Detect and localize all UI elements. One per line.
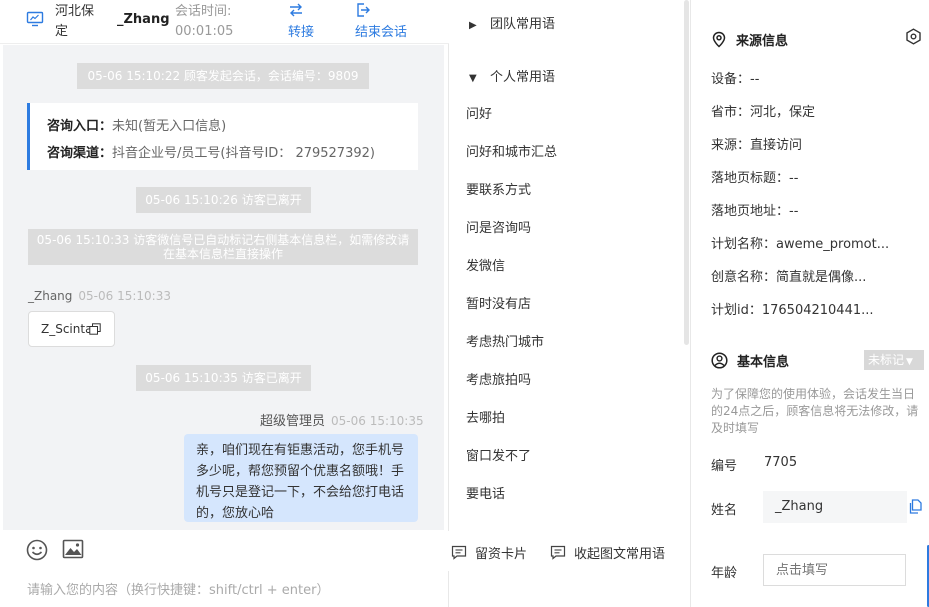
id-value: 7705 — [764, 455, 798, 470]
name-value: _Zhang — [775, 499, 824, 514]
phrase-item[interactable]: 去哪拍 — [466, 407, 505, 426]
province-row: 省市：河北，保定 — [711, 105, 816, 120]
phrase-item[interactable]: 暂时没有店 — [466, 293, 531, 312]
message-list[interactable]: 05-06 15:10:22 顾客发起会话，会话编号：9809 咨询入口：未知(… — [3, 45, 444, 530]
plan-id-row: 计划id：176504210441... — [711, 303, 874, 318]
creative-name-row: 创意名称：简直就是偶像... — [711, 270, 867, 285]
source-info-title: 来源信息 — [736, 34, 789, 49]
phrase-item[interactable]: 要联系方式 — [466, 179, 531, 198]
visitor-sender-name: _Zhang — [28, 289, 73, 303]
basic-info-title: 基本信息 — [737, 355, 790, 370]
visitor-card-message[interactable]: Z_Scinta — [28, 311, 115, 347]
system-message: 05-06 15:10:22 顾客发起会话，会话编号：9809 — [77, 63, 369, 89]
tag-label: 未标记 — [868, 353, 905, 367]
phrase-item[interactable]: 问好 — [466, 103, 492, 122]
device-row: 设备：-- — [711, 72, 760, 87]
message-input[interactable]: 请输入您的内容（换行快捷键：shift/ctrl + enter） — [0, 571, 449, 607]
basic-info-header: 基本信息 — [711, 351, 789, 370]
name-label: 姓名 — [711, 503, 738, 518]
landing-title-row: 落地页标题：-- — [711, 171, 799, 186]
monitor-icon — [26, 11, 44, 27]
phrase-item[interactable]: 窗口发不了 — [466, 445, 531, 464]
source-row: 来源：直接访问 — [711, 138, 803, 153]
entry-label: 咨询入口： — [47, 119, 113, 134]
visitor-username: _Zhang — [117, 12, 170, 27]
lead-card-button[interactable]: 留资卡片 — [451, 543, 527, 562]
copy-icon[interactable] — [908, 499, 922, 514]
edit-notice: 为了保障您的使用体验，会话发生当日的24点之后，顾客信息将无法修改，请及时填写 — [711, 387, 919, 435]
chat-card-icon — [451, 545, 467, 560]
phrase-item[interactable]: 考虑旅拍吗 — [466, 369, 531, 388]
caret-right-icon: ▶ — [469, 20, 477, 31]
age-label: 年龄 — [711, 566, 738, 581]
transfer-button[interactable]: 转接 — [288, 0, 314, 40]
transfer-icon — [290, 3, 302, 17]
name-field[interactable]: _Zhang — [763, 491, 907, 523]
visitor-location: 河北保定 — [55, 4, 95, 39]
agent-sender-name: 超级管理员 — [260, 414, 326, 429]
collapse-phrases-button[interactable]: 收起图文常用语 — [550, 543, 665, 562]
exit-icon — [357, 3, 370, 17]
phrase-item[interactable]: 问好和城市汇总 — [466, 141, 557, 160]
caret-down-icon: ▼ — [469, 73, 477, 84]
channel-label: 咨询渠道： — [47, 146, 113, 161]
location-pin-icon — [712, 31, 726, 48]
phrase-item[interactable]: 发微信 — [466, 255, 505, 274]
landing-url-row: 落地页地址：-- — [711, 204, 799, 219]
channel-value: 抖音企业号/员工号(抖音号ID： 279527392) — [112, 146, 375, 161]
phrase-item[interactable]: 要电话 — [466, 483, 505, 502]
end-session-label: 结束会话 — [355, 25, 408, 40]
system-message: 05-06 15:10:33 访客微信号已自动标记右侧基本信息栏，如需修改请在基… — [28, 229, 418, 265]
end-session-button[interactable]: 结束会话 — [355, 0, 407, 40]
agent-message: 亲，咱们现在有钜惠活动，您手机号多少呢，帮您预留个优惠名额哦！手机号只是登记一下… — [184, 434, 418, 522]
visitor-sender-time: 05-06 15:10:33 — [78, 289, 171, 303]
phrase-item[interactable]: 考虑热门城市 — [466, 331, 544, 350]
agent-sender: 超级管理员 05-06 15:10:35 — [260, 410, 424, 429]
lead-card-label: 留资卡片 — [475, 547, 528, 562]
quick-reply-panel: ▶ 团队常用语 ▼ 个人常用语 问好 问好和城市汇总 要联系方式 问是咨询吗 发微信… — [450, 0, 690, 607]
message-input-placeholder: 请输入您的内容（换行快捷键：shift/ctrl + enter） — [27, 583, 330, 598]
chat-header: 河北保定 _Zhang 会话时间: 00:01:05 转接 结束会话 — [0, 0, 449, 44]
chat-toolbar — [0, 531, 449, 571]
system-message: 05-06 15:10:26 访客已离开 — [136, 187, 311, 213]
transfer-label: 转接 — [288, 25, 315, 40]
session-time-label: 会话时间: — [175, 4, 232, 19]
image-icon[interactable] — [62, 539, 84, 559]
consult-info-card: 咨询入口：未知(暂无入口信息) 咨询渠道：抖音企业号/员工号(抖音号ID： 27… — [27, 103, 418, 170]
user-circle-icon — [711, 352, 728, 369]
source-info-header: 来源信息 — [711, 30, 788, 49]
tag-dropdown[interactable]: 未标记 ▼ — [864, 350, 924, 370]
phrase-item[interactable]: 问是咨询吗 — [466, 217, 531, 236]
visitor-card-text: Z_Scinta — [41, 322, 93, 336]
visitor-sender: _Zhang 05-06 15:10:33 — [28, 289, 171, 303]
team-phrases-label: 团队常用语 — [490, 17, 556, 32]
copy-icon[interactable] — [89, 323, 101, 335]
emoji-icon[interactable] — [26, 539, 48, 561]
personal-phrases-group[interactable]: ▼ 个人常用语 — [469, 66, 555, 85]
session-time-value: 00:01:05 — [175, 24, 234, 39]
visitor-info-panel: 来源信息 设备：-- 省市：河北，保定 来源：直接访问 落地页标题：-- 落地页… — [690, 0, 929, 607]
tag-caret-icon: ▼ — [906, 357, 913, 367]
settings-hexagon-icon[interactable] — [905, 28, 922, 45]
system-message: 05-06 15:10:35 访客已离开 — [136, 365, 311, 391]
entry-value: 未知(暂无入口信息) — [112, 119, 227, 134]
age-input[interactable] — [763, 554, 906, 586]
plan-name-row: 计划名称：aweme_promot... — [711, 237, 890, 252]
agent-sender-time: 05-06 15:10:35 — [331, 414, 424, 428]
team-phrases-group[interactable]: ▶ 团队常用语 — [469, 13, 555, 32]
chat-panel: 河北保定 _Zhang 会话时间: 00:01:05 转接 结束会话 05-06… — [0, 0, 449, 607]
personal-phrases-label: 个人常用语 — [490, 70, 556, 85]
collapse-icon — [550, 545, 566, 560]
id-label: 编号 — [711, 459, 738, 474]
collapse-phrases-label: 收起图文常用语 — [574, 547, 666, 562]
phrases-scrollbar[interactable] — [684, 0, 689, 345]
